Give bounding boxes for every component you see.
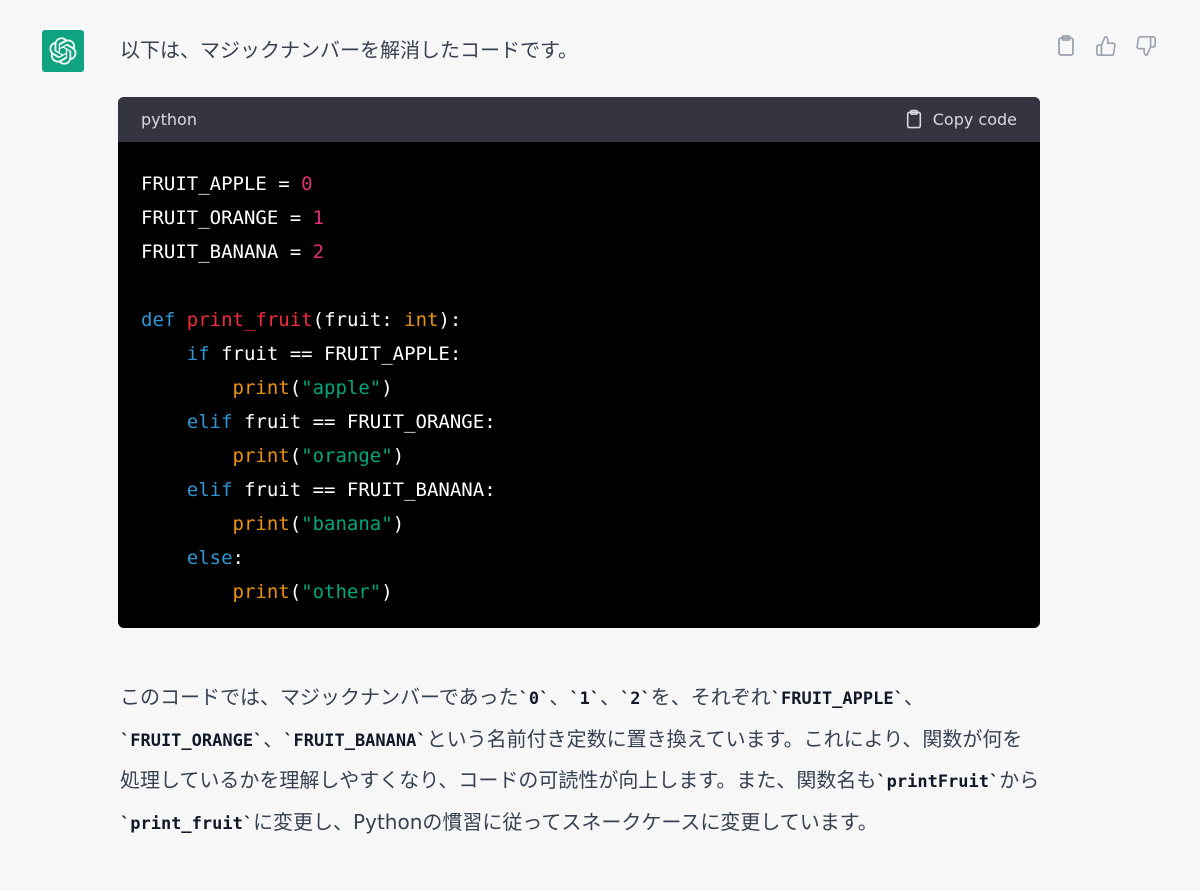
inline-code: `FRUIT_BANANA` (283, 730, 427, 751)
code-token: ( (289, 377, 302, 399)
code-line: print("other") (141, 575, 1017, 609)
thumbs-up-icon (1096, 36, 1116, 56)
code-line: FRUIT_BANANA = 2 (141, 235, 1017, 269)
code-token: print (232, 377, 290, 399)
code-token: ( (289, 513, 302, 535)
explanation-text-run: このコードでは、マジックナンバーであった (120, 685, 519, 709)
code-token: int (404, 309, 439, 331)
explanation-text-run: 、 (903, 685, 924, 709)
inline-code: `print_fruit` (120, 813, 254, 834)
code-line: if fruit == FRUIT_APPLE: (141, 337, 1017, 371)
code-language-label: python (141, 110, 197, 129)
code-token: print (232, 513, 290, 535)
explanation-text-run: 、 (263, 726, 284, 751)
code-token: ) (392, 445, 405, 467)
explanation-text-run: 、 (600, 685, 621, 709)
code-token: "banana" (301, 513, 393, 535)
code-token: "orange" (301, 445, 393, 467)
code-line: FRUIT_ORANGE = 1 (141, 201, 1017, 235)
code-token: ( (289, 445, 302, 467)
thumbs-down-button[interactable] (1132, 32, 1160, 60)
code-token: "apple" (301, 377, 382, 399)
explanation-text-run: に変更し、Pythonの慣習に従ってスネークケースに変更しています。 (253, 809, 878, 834)
code-token: print (232, 581, 290, 603)
code-token: (fruit: (312, 309, 405, 331)
code-token: "other" (301, 581, 382, 603)
code-line: print("orange") (141, 439, 1017, 473)
code-token: def (141, 309, 176, 331)
explanation-text-run: から (999, 768, 1040, 792)
chat-page: 以下は、マジックナンバーを解消したコードです。 python Copy code… (0, 0, 1200, 891)
code-line: elif fruit == FRUIT_BANANA: (141, 473, 1017, 507)
thumbs-up-button[interactable] (1092, 32, 1120, 60)
code-token: elif (186, 411, 233, 433)
code-token: elif (186, 479, 233, 501)
copy-code-label: Copy code (932, 110, 1017, 129)
code-token: else (186, 547, 233, 569)
code-token: fruit == FRUIT_ORANGE: (232, 411, 496, 433)
explanation-text: このコードでは、マジックナンバーであった`0`、`1`、`2`を、それぞれ`FR… (120, 678, 1040, 844)
message-intro: 以下は、マジックナンバーを解消したコードです。 (120, 38, 578, 62)
clipboard-icon (1058, 35, 1074, 56)
assistant-message: 以下は、マジックナンバーを解消したコードです。 (120, 30, 1040, 70)
code-block: python Copy code FRUIT_APPLE = 0 FRUIT_OR… (118, 97, 1040, 628)
explanation-text-run: 、 (549, 685, 570, 709)
code-token: print_fruit (186, 309, 313, 331)
code-token: ) (381, 377, 393, 399)
inline-code: `1` (569, 689, 601, 709)
thumbs-down-icon (1136, 36, 1156, 56)
openai-logo-icon (49, 37, 77, 65)
copy-code-button[interactable]: Copy code (905, 109, 1017, 130)
code-line: else: (141, 541, 1017, 575)
code-header: python Copy code (118, 97, 1040, 142)
inline-code: `0` (518, 689, 550, 709)
code-line: print("apple") (141, 371, 1017, 405)
code-token: 1 (312, 207, 325, 229)
code-token: ) (381, 581, 393, 603)
inline-code: `printFruit` (876, 772, 1000, 792)
code-token: FRUIT_BANANA = (141, 241, 313, 263)
code-line: def print_fruit(fruit: int): (141, 303, 1017, 337)
inline-code: `2` (620, 689, 651, 709)
code-token: fruit == FRUIT_APPLE: (209, 343, 462, 365)
code-token: ( (289, 581, 302, 603)
code-token: ) (392, 513, 405, 535)
clipboard-icon (906, 109, 921, 129)
code-token: : (232, 547, 244, 569)
code-token: 2 (312, 241, 325, 263)
copy-message-button[interactable] (1052, 32, 1080, 60)
explanation-paragraph: このコードでは、マジックナンバーであった`0`、`1`、`2`を、それぞれ`FR… (120, 678, 1040, 844)
code-token: fruit == FRUIT_BANANA: (232, 479, 496, 501)
explanation-text-run: を、それぞれ (650, 685, 771, 709)
code-line: FRUIT_APPLE = 0 (141, 167, 1017, 201)
code-token: if (186, 343, 210, 365)
code-token: ): (438, 309, 462, 331)
code-line: elif fruit == FRUIT_ORANGE: (141, 405, 1017, 439)
code-token: 0 (301, 173, 313, 195)
code-token: print (232, 445, 290, 467)
assistant-avatar (42, 30, 84, 72)
code-body: FRUIT_APPLE = 0 FRUIT_ORANGE = 1 FRUIT_BAN… (118, 142, 1040, 609)
inline-code: `FRUIT_APPLE` (770, 689, 904, 709)
code-token: FRUIT_ORANGE = (141, 207, 313, 229)
message-actions (1052, 32, 1160, 60)
code-token: FRUIT_APPLE = (141, 173, 302, 195)
code-line: print("banana") (141, 507, 1017, 541)
inline-code: `FRUIT_ORANGE` (120, 730, 264, 751)
